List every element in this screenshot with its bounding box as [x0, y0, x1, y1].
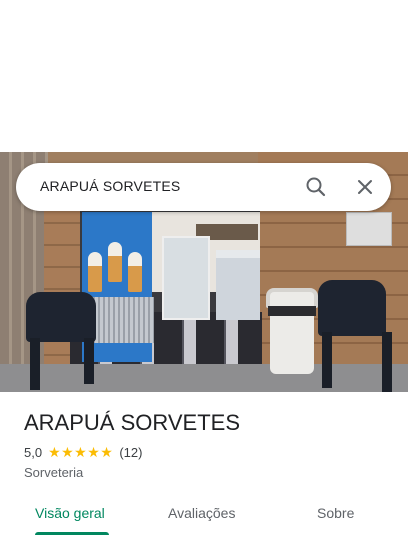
machine-base — [88, 297, 154, 343]
chair-leg — [30, 338, 40, 390]
place-title: ARAPUÁ SORVETES — [24, 410, 240, 435]
star-rating-icon: ★★★★★ — [48, 444, 114, 460]
rating-row[interactable]: 5,0 ★★★★★ (12) — [24, 444, 142, 461]
active-tab-indicator — [35, 532, 109, 535]
search-bar[interactable]: ARAPUÁ SORVETES — [16, 163, 391, 211]
chair-right — [318, 280, 386, 336]
cone-graphic — [108, 242, 122, 282]
map-empty-area — [0, 0, 408, 152]
chair-leg — [382, 332, 392, 392]
rating-value: 5,0 — [24, 445, 43, 460]
place-category[interactable]: Sorveteria — [24, 465, 83, 480]
freezer — [216, 250, 260, 320]
cone-graphic — [128, 252, 142, 292]
chair-left — [26, 292, 96, 342]
sidewalk — [0, 364, 408, 392]
search-query[interactable]: ARAPUÁ SORVETES — [40, 178, 180, 194]
cone-graphic — [88, 252, 102, 292]
tab-overview[interactable]: Visão geral — [35, 505, 105, 521]
tab-about[interactable]: Sobre — [317, 505, 354, 521]
tab-reviews[interactable]: Avaliações — [168, 505, 235, 521]
tab-bar: Visão geral Avaliações Sobre — [0, 495, 408, 535]
chair-leg — [322, 332, 332, 388]
trash-bin — [270, 292, 314, 374]
search-icon[interactable] — [302, 173, 330, 201]
display-case — [162, 236, 210, 320]
chair-leg — [84, 338, 94, 384]
close-icon[interactable] — [351, 173, 379, 201]
trash-bag — [268, 306, 316, 316]
wall-sign — [346, 212, 392, 246]
review-count[interactable]: (12) — [119, 445, 142, 460]
